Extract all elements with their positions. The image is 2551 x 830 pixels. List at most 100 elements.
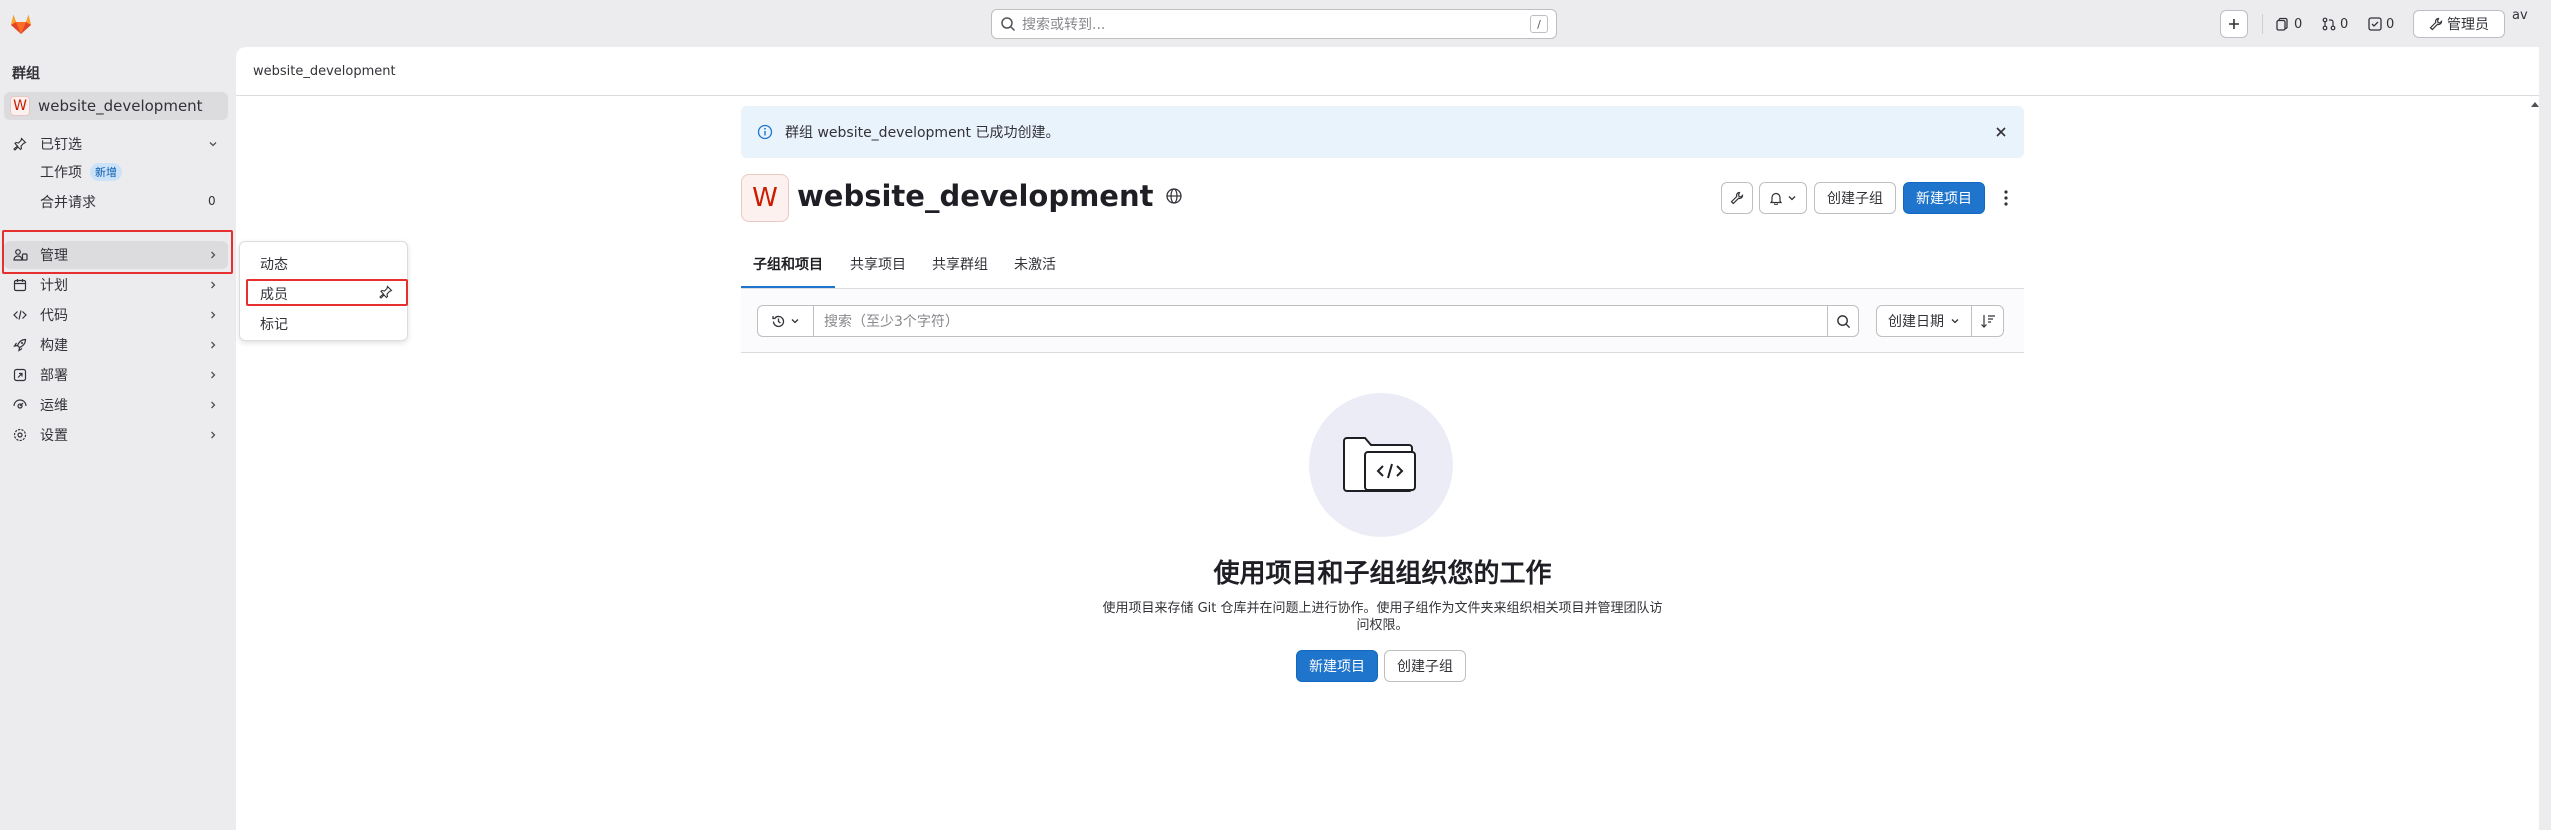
sidebar-item-plan[interactable]: 计划 bbox=[4, 271, 228, 299]
chevron-right-icon bbox=[211, 371, 216, 379]
filter-search-button[interactable] bbox=[1827, 305, 1859, 337]
chevron-right-icon bbox=[211, 431, 216, 439]
operate-label: 运维 bbox=[40, 398, 68, 414]
sidebar-section-label: 群组 bbox=[12, 66, 40, 82]
notification-dropdown[interactable] bbox=[1759, 182, 1807, 214]
sidebar-item-work-items[interactable]: 工作项 新增 bbox=[40, 162, 122, 182]
flyout-item-activity[interactable]: 动态 bbox=[260, 254, 288, 274]
create-subgroup-button[interactable]: 创建子组 bbox=[1814, 182, 1896, 214]
chevron-right-icon bbox=[211, 401, 216, 409]
monitor-icon bbox=[12, 397, 28, 413]
sidebar: 群组 W website_development 已钉选 工作项 新增 合并请求… bbox=[0, 47, 236, 830]
deploy-label: 部署 bbox=[40, 368, 68, 384]
plus-icon bbox=[2229, 19, 2239, 29]
topbar-divider bbox=[2262, 14, 2263, 34]
tab-shared-groups[interactable]: 共享群组 bbox=[932, 254, 988, 286]
work-items-label: 工作项 bbox=[40, 165, 82, 181]
pin-icon bbox=[12, 136, 28, 152]
chevron-down-icon bbox=[1951, 319, 1959, 324]
sidebar-item-merge-requests[interactable]: 合并请求 bbox=[40, 192, 96, 212]
flyout-item-labels[interactable]: 标记 bbox=[260, 314, 288, 334]
wrench-icon bbox=[1730, 191, 1744, 205]
alert-message: 群组 website_development 已成功创建。 bbox=[785, 125, 1060, 141]
close-icon[interactable] bbox=[1994, 125, 2008, 139]
todos-button[interactable]: 0 bbox=[2368, 10, 2394, 38]
chevron-down-icon bbox=[209, 142, 217, 147]
highlight-members bbox=[246, 279, 408, 306]
breadcrumb[interactable]: website_development bbox=[253, 64, 396, 79]
sidebar-context-switcher[interactable]: W website_development bbox=[4, 92, 228, 120]
chevron-right-icon bbox=[211, 281, 216, 289]
chevron-right-icon bbox=[211, 311, 216, 319]
group-avatar-small: W bbox=[10, 96, 30, 116]
gitlab-logo-icon[interactable] bbox=[8, 10, 34, 36]
search-icon bbox=[1836, 314, 1850, 328]
search-icon bbox=[1001, 17, 1016, 32]
user-avatar-alt-text: av bbox=[2512, 8, 2528, 23]
admin-area-button[interactable]: 管理员 bbox=[2413, 10, 2505, 38]
recent-searches-button[interactable] bbox=[757, 305, 813, 337]
issues-button[interactable]: 0 bbox=[2276, 10, 2302, 38]
tab-shared-projects[interactable]: 共享项目 bbox=[850, 254, 906, 286]
info-icon bbox=[757, 124, 773, 140]
bell-icon bbox=[1769, 192, 1783, 205]
tab-subgroups-and-projects[interactable]: 子组和项目 bbox=[741, 254, 835, 288]
search-input[interactable]: 搜索或转到... / bbox=[991, 9, 1557, 39]
sidebar-item-deploy[interactable]: 部署 bbox=[4, 361, 228, 389]
plan-label: 计划 bbox=[40, 278, 68, 294]
scroll-up-icon[interactable] bbox=[2530, 100, 2540, 108]
merge-requests-count-badge: 0 bbox=[208, 194, 216, 208]
sidebar-item-code[interactable]: 代码 bbox=[4, 301, 228, 329]
sidebar-item-build[interactable]: 构建 bbox=[4, 331, 228, 359]
sidebar-item-operate[interactable]: 运维 bbox=[4, 391, 228, 419]
highlight-manage bbox=[2, 230, 233, 274]
settings-icon bbox=[12, 427, 28, 443]
breadcrumb-bar: website_development bbox=[236, 47, 2539, 96]
filter-placeholder: 搜索（至少3个字符） bbox=[824, 314, 959, 330]
merge-requests-count: 0 bbox=[2340, 16, 2349, 32]
tab-inactive[interactable]: 未激活 bbox=[1014, 254, 1056, 286]
search-placeholder: 搜索或转到... bbox=[1022, 17, 1106, 33]
empty-create-subgroup-button[interactable]: 创建子组 bbox=[1384, 650, 1466, 682]
sort-by-dropdown[interactable]: 创建日期 bbox=[1876, 305, 1972, 337]
settings-label: 设置 bbox=[40, 428, 68, 444]
todos-count: 0 bbox=[2386, 16, 2395, 32]
chevron-down-icon bbox=[1788, 196, 1796, 201]
group-tabs: 子组和项目 共享项目 共享群组 未激活 bbox=[741, 248, 2024, 289]
pinned-label: 已钉选 bbox=[40, 137, 82, 153]
rocket-icon bbox=[12, 337, 28, 353]
merge-request-icon bbox=[2322, 17, 2336, 31]
success-alert: 群组 website_development 已成功创建。 bbox=[741, 106, 2024, 158]
group-avatar: W bbox=[741, 174, 789, 222]
user-avatar[interactable]: av bbox=[2512, 8, 2542, 38]
empty-new-project-button[interactable]: 新建项目 bbox=[1296, 650, 1378, 682]
merge-requests-button[interactable]: 0 bbox=[2322, 10, 2348, 38]
filter-search-input[interactable]: 搜索（至少3个字符） bbox=[813, 305, 1828, 337]
create-new-button[interactable] bbox=[2220, 10, 2248, 38]
empty-state-description: 使用项目来存储 Git 仓库并在问题上进行协作。使用子组作为文件夹来组织相关项目… bbox=[1102, 601, 1663, 633]
search-shortcut-key: / bbox=[1530, 15, 1548, 33]
chevron-down-icon bbox=[791, 319, 799, 324]
filter-bar: 搜索（至少3个字符） 创建日期 bbox=[741, 289, 2024, 353]
context-group-name: website_development bbox=[38, 97, 203, 115]
sort-direction-button[interactable] bbox=[1972, 305, 2004, 337]
wrench-icon bbox=[2429, 17, 2443, 31]
sort-label: 创建日期 bbox=[1888, 314, 1944, 330]
sidebar-pinned-section[interactable]: 已钉选 bbox=[4, 130, 228, 158]
admin-settings-button[interactable] bbox=[1721, 182, 1753, 214]
sidebar-item-settings[interactable]: 设置 bbox=[4, 421, 228, 449]
folder-code-icon bbox=[1343, 437, 1416, 492]
page-title: website_development bbox=[797, 179, 1183, 213]
history-icon bbox=[772, 315, 785, 327]
more-actions-icon[interactable] bbox=[2000, 188, 2012, 208]
build-label: 构建 bbox=[40, 338, 68, 354]
issues-count: 0 bbox=[2294, 16, 2303, 32]
merge-requests-label: 合并请求 bbox=[40, 195, 96, 211]
new-project-button[interactable]: 新建项目 bbox=[1903, 182, 1985, 214]
calendar-icon bbox=[12, 277, 28, 293]
group-name: website_development bbox=[797, 179, 1154, 213]
new-badge: 新增 bbox=[90, 163, 122, 181]
code-icon bbox=[12, 307, 28, 323]
top-bar: 搜索或转到... / 0 0 0 管理员 av bbox=[0, 0, 2551, 47]
code-label: 代码 bbox=[40, 308, 68, 324]
